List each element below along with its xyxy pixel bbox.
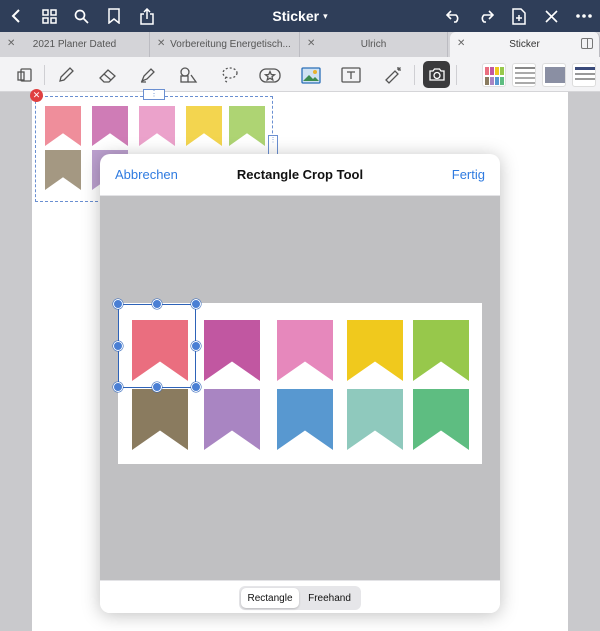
crop-handle-top-right[interactable] — [191, 299, 201, 309]
tab-close-icon[interactable]: ✕ — [157, 38, 165, 49]
undo-icon[interactable] — [440, 0, 468, 32]
document-title-label: Sticker — [272, 8, 320, 24]
crop-handle-left[interactable] — [113, 341, 123, 351]
pen-icon[interactable] — [53, 62, 79, 88]
image-icon[interactable] — [298, 62, 324, 88]
flag-sticker — [204, 389, 260, 450]
selection-top-handle[interactable]: ⋮ — [143, 89, 165, 100]
crop-handle-bottom-right[interactable] — [191, 382, 201, 392]
split-view-icon[interactable] — [581, 38, 593, 49]
crop-handle-top[interactable] — [152, 299, 162, 309]
crop-tool-dialog: Abbrechen Rectangle Crop Tool Fertig Rec… — [100, 154, 500, 613]
sticker-icon[interactable] — [257, 62, 283, 88]
done-button[interactable]: Fertig — [452, 167, 485, 182]
dialog-title: Rectangle Crop Tool — [236, 167, 364, 182]
more-icon[interactable] — [570, 0, 598, 32]
flag-sticker — [413, 389, 469, 450]
flag-sticker — [347, 389, 403, 450]
freehand-mode-button[interactable]: Freehand — [300, 588, 359, 608]
highlighter-icon[interactable] — [135, 62, 161, 88]
toolbar-divider — [456, 65, 457, 85]
lasso-icon[interactable] — [217, 62, 243, 88]
sticker-thumbnail[interactable] — [482, 63, 506, 87]
shapes-icon[interactable] — [175, 62, 201, 88]
flag-sticker — [132, 389, 188, 450]
flag-sticker — [347, 320, 403, 381]
toolbar-divider — [44, 65, 45, 85]
tab-label: Ulrich — [360, 39, 387, 50]
tab-label: Sticker — [509, 39, 540, 50]
tab-label: 2021 Planer Dated — [32, 39, 117, 50]
crop-selection-rect[interactable] — [118, 304, 196, 388]
crop-handle-bottom[interactable] — [152, 382, 162, 392]
tab-2021-planer[interactable]: ✕ 2021 Planer Dated — [0, 32, 150, 57]
eraser-icon[interactable] — [95, 62, 121, 88]
close-icon[interactable] — [537, 0, 565, 32]
top-navbar: Sticker ▾ — [0, 0, 600, 32]
tab-close-icon[interactable]: ✕ — [7, 38, 15, 49]
flag-sticker — [277, 389, 333, 450]
crop-area — [100, 196, 500, 580]
tab-label: Vorbereitung Energetisch... — [170, 39, 291, 50]
sticker-thumbnail[interactable] — [512, 63, 536, 87]
toolbar-divider — [414, 65, 415, 85]
dialog-header: Abbrechen Rectangle Crop Tool Fertig — [100, 154, 500, 196]
tab-vorbereitung[interactable]: ✕ Vorbereitung Energetisch... — [150, 32, 300, 57]
crop-handle-bottom-left[interactable] — [113, 382, 123, 392]
delete-selection-icon[interactable]: ✕ — [30, 89, 43, 102]
sticker-thumbnail[interactable] — [572, 63, 596, 87]
tab-ulrich[interactable]: ✕ Ulrich — [300, 32, 448, 57]
flag-sticker — [277, 320, 333, 381]
crop-handle-right[interactable] — [191, 341, 201, 351]
laser-pointer-icon[interactable] — [380, 62, 406, 88]
flag-sticker — [204, 320, 260, 381]
chevron-down-icon: ▾ — [323, 10, 328, 21]
tab-bar: ✕ 2021 Planer Dated ✕ Vorbereitung Energ… — [0, 32, 600, 57]
crop-handle-top-left[interactable] — [113, 299, 123, 309]
crop-mode-segmented-control: Rectangle Freehand — [239, 586, 361, 610]
camera-icon[interactable] — [423, 61, 450, 88]
flag-sticker — [413, 320, 469, 381]
tab-close-icon[interactable]: ✕ — [307, 38, 315, 49]
sticker-thumbnail[interactable] — [542, 63, 566, 87]
text-icon[interactable] — [338, 62, 364, 88]
redo-icon[interactable] — [472, 0, 500, 32]
page-layout-icon[interactable] — [12, 62, 38, 88]
tab-close-icon[interactable]: ✕ — [457, 38, 465, 49]
tool-bar — [0, 57, 600, 92]
tab-sticker[interactable]: ✕ Sticker — [450, 32, 600, 57]
dialog-footer: Rectangle Freehand — [100, 580, 500, 613]
add-page-icon[interactable] — [505, 0, 533, 32]
rectangle-mode-button[interactable]: Rectangle — [241, 588, 299, 608]
